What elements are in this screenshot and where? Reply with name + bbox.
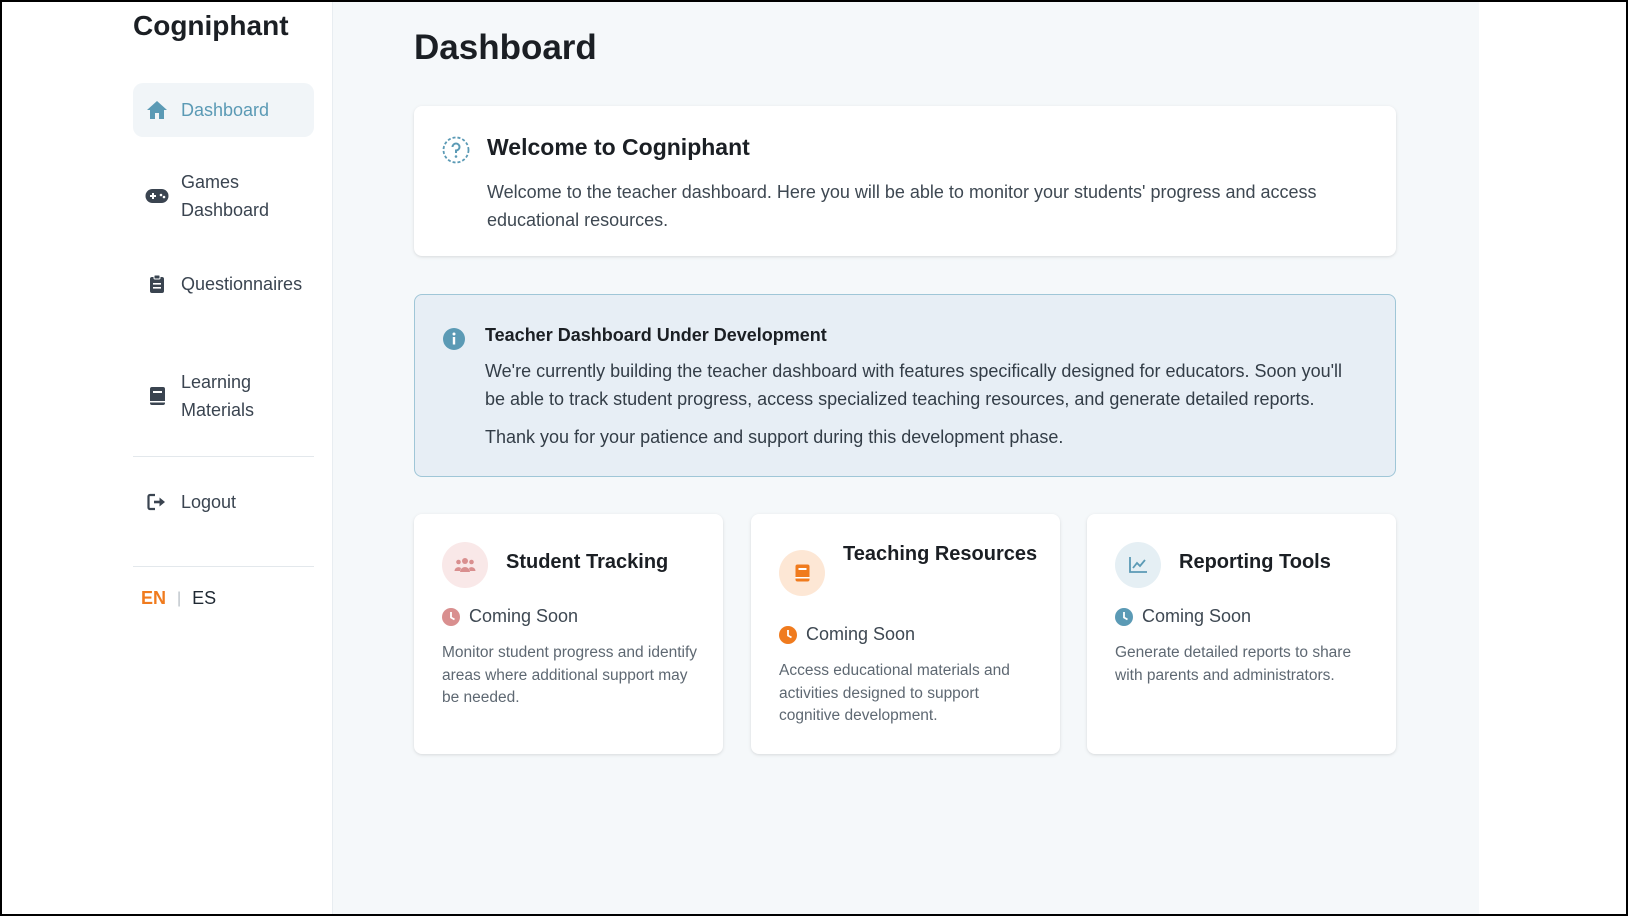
status-text: Coming Soon [806, 624, 916, 644]
sidebar-item-label: Learning Materials [181, 372, 255, 420]
feature-card-student-tracking: Student Tracking Coming Soon Monitor stu… [414, 514, 723, 754]
welcome-title: Welcome to Cogniphant [487, 134, 750, 160]
language-es-button[interactable]: ES [192, 588, 216, 609]
status-text: Coming Soon [469, 606, 579, 626]
question-circle-icon [442, 136, 470, 169]
sidebar-divider [133, 566, 314, 567]
status-badge: Coming Soon [442, 606, 578, 627]
logout-label: Logout [181, 492, 237, 512]
sidebar-item-label: Dashboard [181, 100, 270, 120]
chart-line-icon [1115, 542, 1161, 588]
sidebar-divider [133, 456, 314, 457]
development-notice: Teacher Dashboard Under Development We'r… [414, 294, 1396, 477]
sidebar-item-label: Games Dashboard [181, 172, 270, 220]
feature-card-reporting-tools: Reporting Tools Coming Soon Generate det… [1087, 514, 1396, 754]
book-icon [145, 384, 169, 408]
logout-icon [145, 490, 169, 514]
sidebar-item-dashboard[interactable]: Dashboard [133, 83, 314, 137]
feature-card-teaching-resources: Teaching Resources Coming Soon Access ed… [751, 514, 1060, 754]
status-badge: Coming Soon [1115, 606, 1251, 627]
feature-title: Student Tracking [506, 551, 669, 573]
main-content: Dashboard Welcome to Cogniphant Welcome … [333, 0, 1479, 916]
book-icon [779, 550, 825, 596]
notice-title: Teacher Dashboard Under Development [485, 325, 827, 345]
sidebar-item-questionnaires[interactable]: Questionnaires [133, 268, 314, 300]
status-badge: Coming Soon [779, 624, 915, 645]
feature-title: Teaching Resources [843, 543, 1038, 565]
feature-description: Monitor student progress and identify ar… [442, 644, 698, 706]
feature-description: Access educational materials and activit… [779, 662, 1010, 724]
notice-thanks-text: Thank you for your patience and support … [485, 427, 1064, 447]
users-icon [442, 542, 488, 588]
language-separator: | [177, 589, 182, 607]
language-en-button[interactable]: EN [141, 588, 166, 609]
welcome-text: Welcome to the teacher dashboard. Here y… [487, 182, 1317, 230]
clipboard-icon [145, 272, 169, 296]
notice-text: We're currently building the teacher das… [485, 361, 1343, 409]
feature-description: Generate detailed reports to share with … [1115, 644, 1352, 684]
clock-icon [1115, 607, 1133, 626]
language-switcher: EN | ES [141, 588, 216, 609]
info-icon [443, 328, 465, 355]
gamepad-icon [145, 184, 169, 208]
sidebar-item-learning-materials[interactable]: Learning Materials [133, 366, 314, 426]
welcome-card: Welcome to Cogniphant Welcome to the tea… [414, 106, 1396, 256]
sidebar-item-label: Questionnaires [181, 274, 303, 294]
sidebar: Cogniphant Dashboard Games Dashboard Que… [0, 0, 333, 916]
clock-icon [779, 625, 797, 644]
logout-button[interactable]: Logout [133, 486, 314, 518]
feature-title: Reporting Tools [1179, 551, 1331, 573]
clock-icon [442, 607, 460, 626]
status-text: Coming Soon [1142, 606, 1252, 626]
page-title: Dashboard [414, 28, 597, 67]
home-icon [145, 98, 169, 122]
sidebar-item-games-dashboard[interactable]: Games Dashboard [133, 166, 314, 226]
brand-logo-text: Cogniphant [133, 10, 289, 41]
